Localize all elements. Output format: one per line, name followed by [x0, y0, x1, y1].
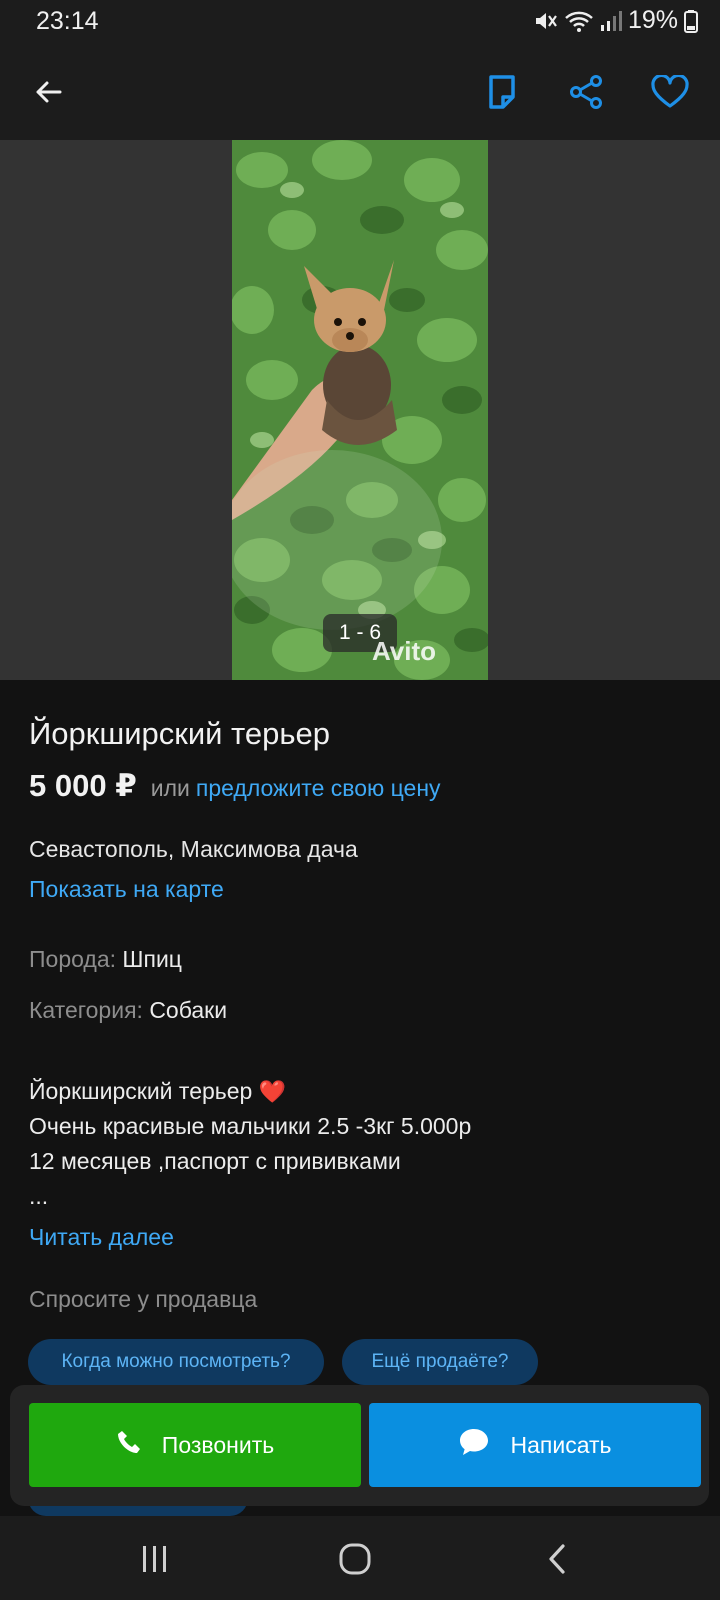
offer-price-link[interactable]: предложите свою цену [196, 775, 441, 802]
listing-photo[interactable] [232, 140, 488, 680]
description-line: ... [29, 1183, 49, 1209]
listing-title: Йоркширский терьер [29, 716, 331, 751]
description-line: Йоркширский терьер ❤️ [29, 1078, 287, 1104]
battery-percent: 19% [627, 6, 678, 34]
read-more-link[interactable]: Читать далее [29, 1224, 174, 1251]
back-arrow-icon[interactable] [24, 68, 72, 116]
wifi-icon [564, 9, 594, 33]
param-category-key: Категория: [29, 997, 143, 1023]
param-breed-key: Порода: [29, 946, 117, 972]
write-message-button[interactable]: Написать [369, 1403, 701, 1487]
param-breed-value: Шпиц [122, 946, 182, 972]
signal-icon [600, 9, 622, 33]
call-button[interactable]: Позвонить [29, 1403, 361, 1487]
param-breed: Порода: Шпиц [29, 946, 182, 973]
quick-question-chip[interactable]: Когда можно посмотреть? [28, 1339, 324, 1385]
photo-gallery[interactable]: 1 - 6 Avito [0, 140, 720, 680]
status-time: 23:14 [36, 7, 99, 35]
avito-watermark: Avito [372, 636, 437, 666]
note-icon[interactable] [478, 68, 526, 116]
status-bar: 23:14 19% [0, 0, 720, 44]
description-line: 12 месяцев ,паспорт с прививками [29, 1148, 401, 1174]
price-or-label: или [150, 775, 190, 801]
write-button-label: Написать [510, 1431, 612, 1458]
share-icon[interactable] [562, 68, 610, 116]
price-row: 5 000 ₽ или предложите свою цену [29, 768, 441, 804]
phone-icon [116, 1429, 142, 1461]
mute-icon [532, 9, 558, 33]
heart-emoji-icon: ❤️ [258, 1079, 287, 1104]
favorite-heart-icon[interactable] [646, 68, 694, 116]
system-nav-bar [0, 1516, 720, 1600]
param-category-value: Собаки [149, 997, 228, 1023]
battery-icon [684, 9, 698, 33]
listing-description: Йоркширский терьер ❤️ Очень красивые мал… [29, 1074, 471, 1214]
show-on-map-link[interactable]: Показать на карте [29, 876, 224, 903]
call-button-label: Позвонить [161, 1431, 275, 1458]
app-bar [0, 44, 720, 140]
quick-question-chip[interactable]: Ещё продаёте? [342, 1339, 538, 1385]
chat-bubble-icon [458, 1427, 490, 1463]
status-icons: 19% [532, 6, 698, 35]
param-category: Категория: Собаки [29, 997, 227, 1024]
contact-action-bar: Позвонить Написать [10, 1385, 709, 1506]
home-icon[interactable] [330, 1534, 380, 1584]
ask-seller-label: Спросите у продавца [29, 1286, 258, 1312]
description-line: Очень красивые мальчики 2.5 -3кг 5.000р [29, 1113, 472, 1139]
listing-address: Севастополь, Максимова дача [29, 836, 358, 862]
listing-price: 5 000 ₽ [29, 768, 137, 803]
recent-apps-icon[interactable] [130, 1534, 180, 1584]
system-back-icon[interactable] [532, 1534, 582, 1584]
